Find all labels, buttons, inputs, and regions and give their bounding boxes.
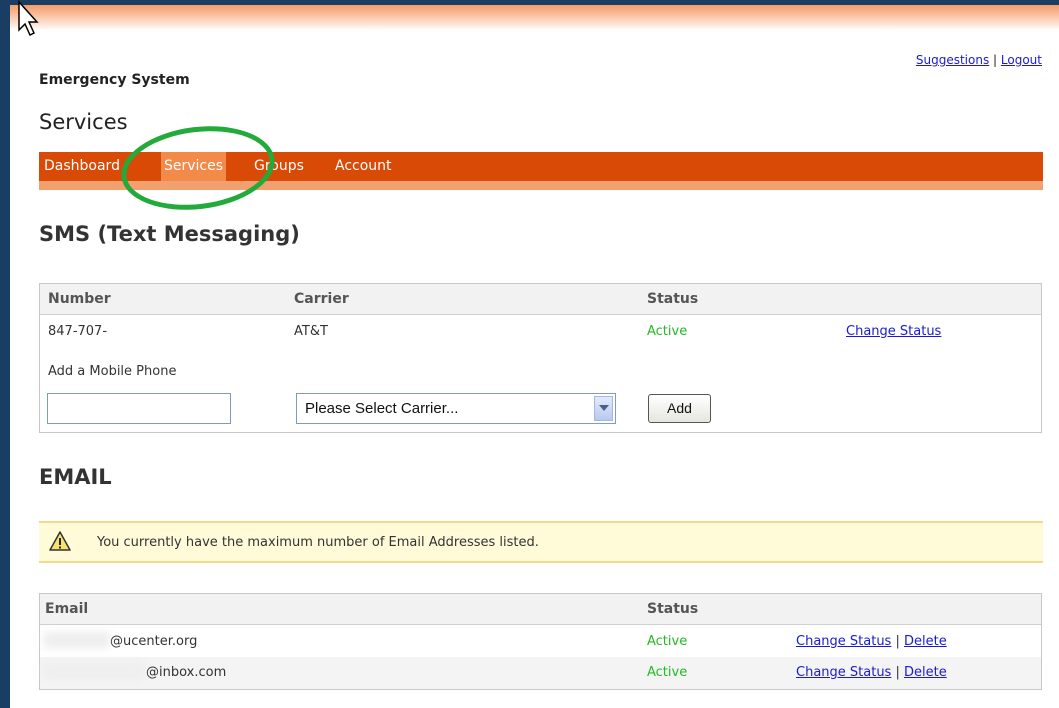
nav-item-dashboard[interactable]: Dashboard bbox=[41, 152, 123, 181]
mouse-cursor-icon bbox=[18, 0, 39, 37]
nav-item-account[interactable]: Account bbox=[332, 152, 395, 181]
email-address: @ucenter.org bbox=[110, 634, 198, 649]
suggestions-link[interactable]: Suggestions bbox=[916, 53, 989, 67]
add-mobile-label: Add a Mobile Phone bbox=[48, 364, 177, 379]
nav-shadow bbox=[39, 181, 1043, 190]
email-delete-link[interactable]: Delete bbox=[904, 634, 947, 649]
sms-change-status-link[interactable]: Change Status bbox=[846, 324, 941, 339]
email-actions: Change Status | Delete bbox=[796, 665, 947, 680]
main-nav: Dashboard Services Groups Account bbox=[39, 152, 1043, 181]
sms-number: 847-707- bbox=[48, 324, 108, 339]
column-header-email-status: Status bbox=[647, 601, 699, 617]
email-address: @inbox.com bbox=[146, 665, 227, 680]
email-panel: Email Status @ucenter.org Active Change … bbox=[39, 593, 1042, 690]
table-row: @inbox.com Active Change Status | Delete bbox=[40, 657, 1041, 689]
action-separator: | bbox=[895, 665, 900, 680]
column-header-email: Email bbox=[45, 601, 89, 617]
top-links: Suggestions | Logout bbox=[916, 53, 1042, 67]
email-section-title: EMAIL bbox=[39, 465, 112, 489]
email-change-status-link[interactable]: Change Status bbox=[796, 665, 891, 680]
sms-panel: Number Carrier Status 847-707- AT&T Acti… bbox=[39, 283, 1042, 433]
add-phone-button[interactable]: Add bbox=[648, 394, 711, 423]
chevron-down-icon[interactable] bbox=[594, 396, 613, 421]
sms-section-title: SMS (Text Messaging) bbox=[39, 222, 300, 246]
warning-message: You currently have the maximum number of… bbox=[97, 535, 539, 550]
column-header-carrier: Carrier bbox=[294, 291, 349, 307]
email-status: Active bbox=[647, 665, 688, 680]
email-table-header: Email Status bbox=[40, 594, 1041, 625]
warning-icon bbox=[49, 531, 71, 551]
sms-status: Active bbox=[647, 324, 688, 339]
email-status: Active bbox=[647, 634, 688, 649]
page-title: Services bbox=[39, 110, 128, 134]
redacted-email-prefix bbox=[44, 632, 110, 648]
column-header-number: Number bbox=[48, 291, 111, 307]
window-left-border bbox=[0, 0, 10, 708]
max-email-warning: You currently have the maximum number of… bbox=[39, 521, 1043, 563]
sms-carrier: AT&T bbox=[294, 324, 328, 339]
mobile-phone-input[interactable] bbox=[47, 393, 231, 424]
site-brand: Emergency System bbox=[39, 72, 190, 88]
email-actions: Change Status | Delete bbox=[796, 634, 947, 649]
action-separator: | bbox=[895, 634, 900, 649]
window-top-border bbox=[0, 0, 1059, 5]
nav-item-groups[interactable]: Groups bbox=[251, 152, 307, 181]
logout-link[interactable]: Logout bbox=[1001, 53, 1042, 67]
column-header-status: Status bbox=[647, 291, 699, 307]
sms-table-header: Number Carrier Status bbox=[40, 284, 1041, 315]
top-links-separator: | bbox=[993, 53, 998, 67]
email-change-status-link[interactable]: Change Status bbox=[796, 634, 891, 649]
redacted-email-prefix bbox=[44, 663, 144, 679]
nav-item-services[interactable]: Services bbox=[161, 152, 227, 181]
carrier-select[interactable]: Please Select Carrier... bbox=[296, 393, 616, 424]
carrier-select-value: Please Select Carrier... bbox=[305, 400, 459, 417]
email-delete-link[interactable]: Delete bbox=[904, 665, 947, 680]
